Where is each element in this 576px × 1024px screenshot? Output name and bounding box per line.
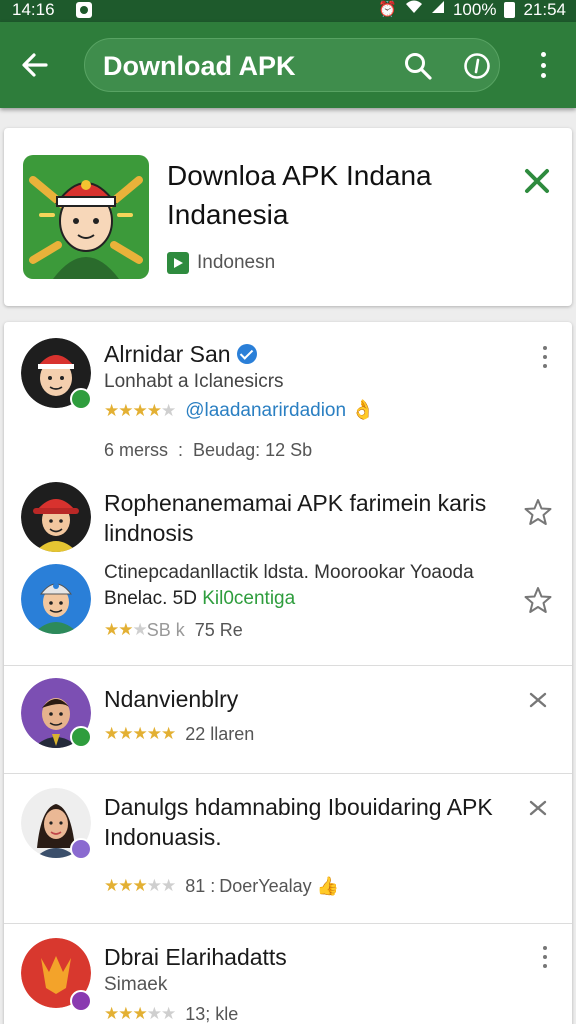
item-rating-row: ★★★★★ 22 llaren	[104, 724, 255, 744]
item-title: Rophenanemamai APK farimein karis lindno…	[104, 490, 487, 546]
battery-icon	[504, 2, 516, 18]
more-options-icon[interactable]	[540, 946, 550, 968]
list-item[interactable]: Danulgs hdamnabing Ibouidaring APK Indon…	[4, 774, 572, 922]
status-clock: 21:54	[523, 0, 566, 19]
rating-stars: ★★★★★	[104, 724, 176, 743]
close-button[interactable]	[522, 166, 552, 196]
close-icon	[525, 169, 549, 193]
favorite-button[interactable]	[524, 586, 552, 614]
item-rating-row: ★★★★★ 81 : DoerYealay 👍	[104, 876, 340, 896]
item-rating-row: ★★★ SB k 75 Re	[104, 620, 243, 640]
verified-badge-icon	[70, 990, 92, 1012]
item-title: Danulgs hdamnabing Ibouidaring APK Indon…	[104, 794, 493, 850]
region-badge: Indonesn	[167, 252, 275, 274]
more-vert-icon[interactable]	[530, 50, 556, 80]
item-rating-row: ★★★★★ @laadanarirdadion 👌	[104, 399, 375, 423]
rating-stars: ★★★★★	[104, 876, 176, 895]
star-outline-icon	[524, 499, 552, 525]
rating-stars: ★★★★★	[104, 1004, 176, 1023]
verified-check-icon	[236, 344, 257, 364]
item-rating-row: ★★★★★ 13; kle	[104, 1004, 239, 1024]
avatar	[21, 482, 91, 552]
alarm-icon: ⏰	[378, 1, 397, 18]
battery-percent: 100%	[452, 0, 497, 19]
search-icon	[405, 53, 432, 80]
app-icon	[23, 155, 149, 279]
notification-icon	[76, 2, 92, 18]
info-icon	[464, 53, 490, 79]
item-link[interactable]: @laadanarirdadion 👌	[185, 399, 375, 423]
search-bar[interactable]: Download APK	[84, 38, 500, 92]
back-button[interactable]	[16, 46, 54, 84]
star-outline-icon	[524, 587, 552, 613]
status-bar: 14:16 ⏰ 100% 21:54	[0, 0, 576, 22]
dismiss-icon	[529, 800, 547, 816]
wifi-icon	[405, 0, 423, 20]
list-item[interactable]: Dbrai Elarihadatts Simaek ★★★★★ 13; kle	[4, 924, 572, 1024]
back-arrow-icon	[22, 53, 48, 77]
dismiss-icon	[529, 692, 547, 708]
verified-badge-icon	[70, 388, 92, 410]
play-badge-icon	[167, 252, 189, 274]
search-button[interactable]	[403, 51, 433, 81]
featured-app-card[interactable]: Downloa APK Indana Indanesia Indonesn	[4, 128, 572, 306]
rating-stars: ★★★	[104, 620, 148, 639]
status-time: 14:16	[12, 0, 55, 19]
signal-icon	[431, 0, 445, 20]
app-toolbar: Download APK	[0, 22, 576, 108]
item-tag-link[interactable]: Kil0centiga	[202, 588, 295, 609]
item-title: Dbrai Elarihadatts	[104, 944, 287, 970]
item-title: Alrnidar San	[104, 339, 257, 369]
item-description: Ctinepcadanllactik ldsta. Moorookar Yoao…	[104, 562, 474, 583]
list-item[interactable]: Ndanvienblry ★★★★★ 22 llaren	[4, 666, 572, 772]
rating-stars: ★★★★★	[104, 401, 176, 420]
region-label: Indonesn	[197, 252, 276, 273]
info-button[interactable]	[463, 52, 491, 80]
results-list: Alrnidar San Lonhabt a Iclanesicrs ★★★★★…	[4, 322, 572, 1024]
verified-badge-icon	[70, 726, 92, 748]
item-detail: Bnelac. 5D Kil0centiga	[104, 588, 296, 609]
more-options-icon[interactable]	[540, 346, 550, 368]
app-title-line2: Indanesia	[167, 199, 289, 230]
toolbar-title: Download APK	[103, 51, 296, 81]
list-item[interactable]: Ctinepcadanllactik ldsta. Moorookar Yoao…	[4, 552, 572, 664]
list-item[interactable]: Rophenanemamai APK farimein karis lindno…	[4, 480, 572, 552]
item-title: Ndanvienblry	[104, 686, 239, 712]
verified-badge-icon	[70, 838, 92, 860]
item-subtitle: Simaek	[104, 974, 168, 995]
item-subtitle: Lonhabt a Iclanesicrs	[104, 371, 284, 392]
app-title-line1: Downloa APK Indana	[167, 160, 432, 191]
dismiss-button[interactable]	[526, 688, 550, 712]
favorite-button[interactable]	[524, 498, 552, 526]
list-item[interactable]: Alrnidar San Lonhabt a Iclanesicrs ★★★★★…	[4, 322, 572, 482]
avatar	[21, 564, 91, 634]
item-meta: 6 merss: Beudag: 12 Sb	[104, 440, 313, 460]
dismiss-button[interactable]	[526, 796, 550, 820]
app-title: Downloa APK Indana Indanesia	[167, 156, 487, 234]
